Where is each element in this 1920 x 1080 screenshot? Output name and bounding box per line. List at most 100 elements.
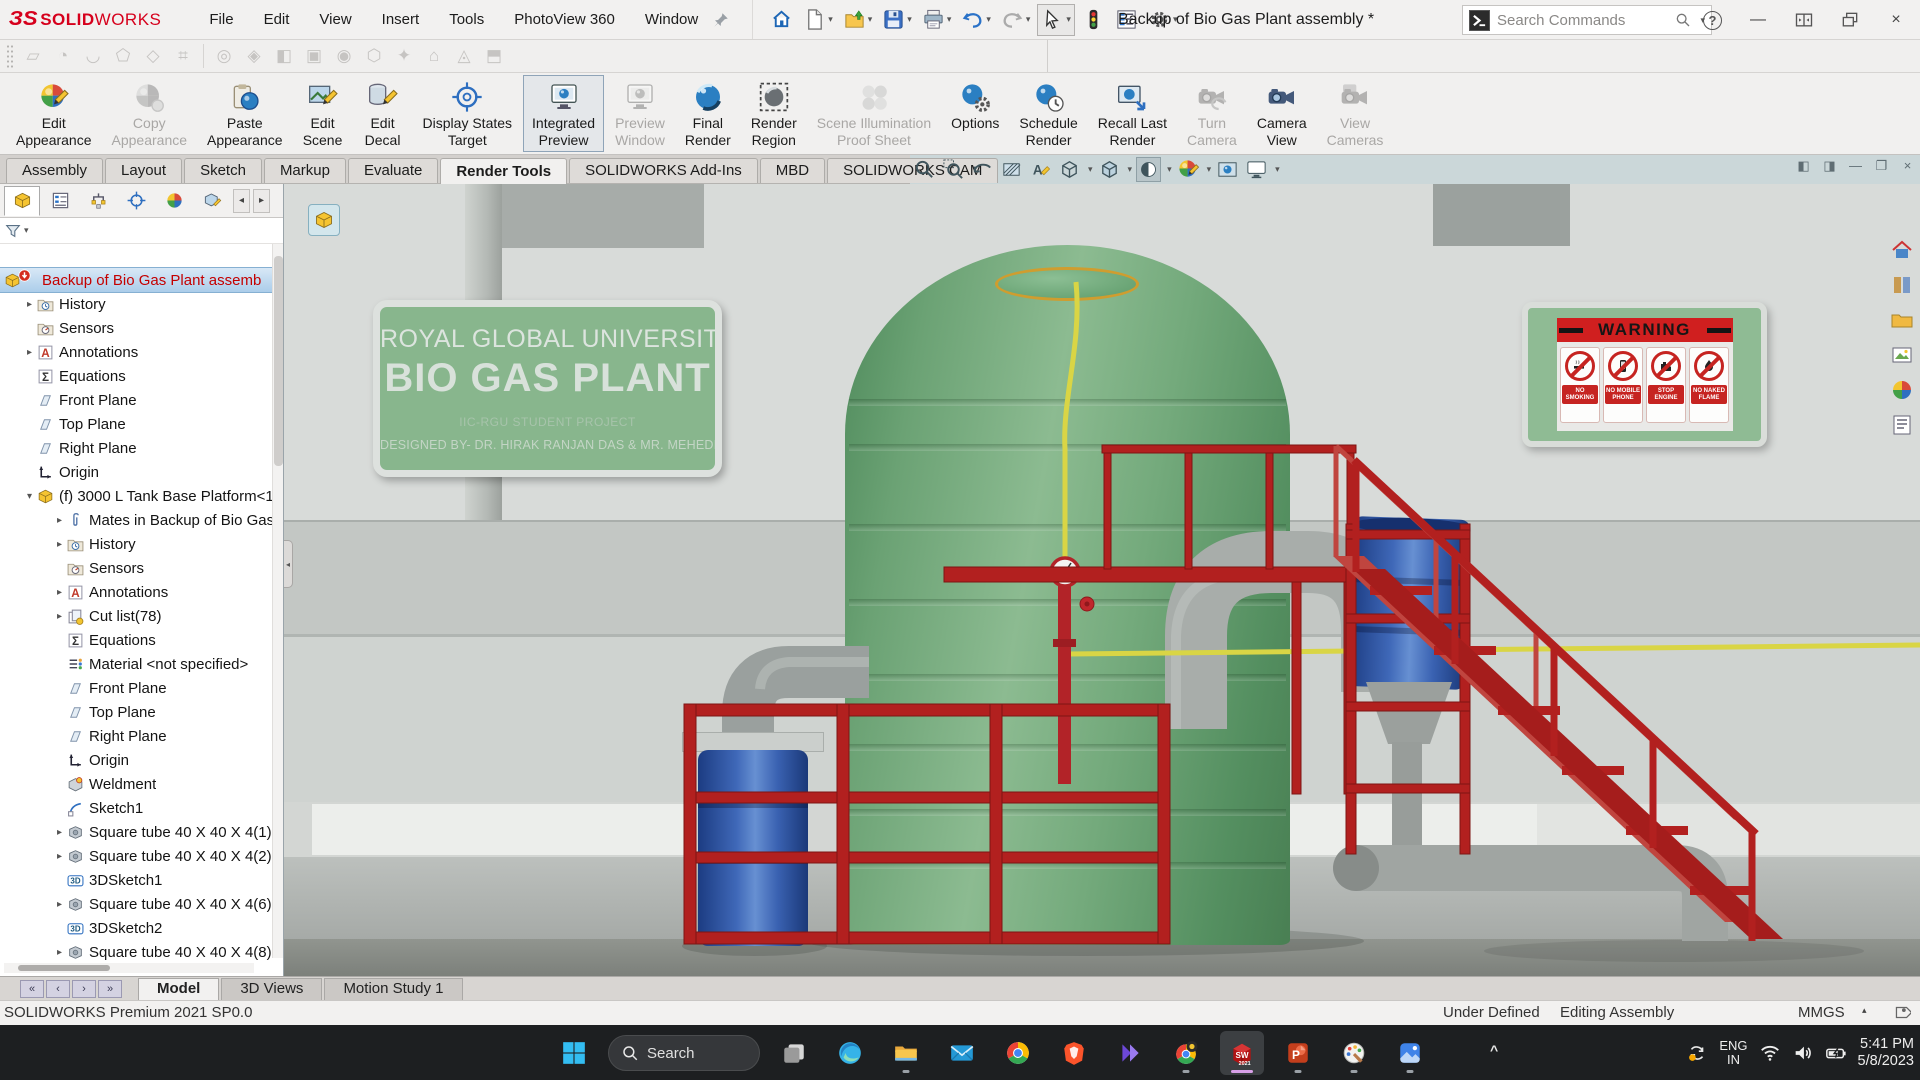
print-dropdown-icon[interactable]: ▾ [947,14,952,25]
apply-scene-icon[interactable] [1215,157,1240,182]
tag-icon[interactable] [1892,1003,1911,1022]
tree-item-sketch1[interactable]: Sketch1 [0,796,272,820]
tree-item-history[interactable]: ▸History [0,532,272,556]
panel-splitter-handle[interactable]: ◂ [284,540,293,588]
camera-view-button[interactable]: CameraView [1248,75,1316,152]
pane-right-icon[interactable]: ◨ [1821,157,1838,174]
render-region-button[interactable]: RenderRegion [742,75,806,152]
integrated-preview-button[interactable]: IntegratedPreview [523,75,604,152]
open-dropdown-icon[interactable]: ▾ [868,14,873,25]
taskbar-chrome[interactable] [996,1031,1040,1075]
taskpane-custom-properties-icon[interactable] [1890,413,1914,437]
tree-item-front-plane[interactable]: Front Plane [0,388,272,412]
tray-chevron-icon[interactable]: ^ [1490,1042,1498,1058]
fm-tab-dimxpert[interactable] [118,186,154,216]
open-button[interactable]: ▾ [840,4,876,36]
expand-icon[interactable]: ▸ [22,299,37,310]
fm-scroll-left-icon[interactable]: ◂ [233,189,250,213]
expand-icon[interactable]: ▸ [52,947,67,958]
pin-icon[interactable] [712,11,730,29]
model-tab-model[interactable]: Model [138,978,219,1000]
taskbar-start[interactable] [552,1031,596,1075]
home-button[interactable] [767,4,796,36]
new-button[interactable]: ▾ [800,4,836,36]
expand-icon[interactable]: ▸ [52,539,67,550]
menu-item-window[interactable]: Window [645,11,698,28]
tree-item-equations[interactable]: ΣEquations [0,364,272,388]
menu-item-edit[interactable]: Edit [264,11,290,28]
taskpane-file-explorer-icon[interactable] [1890,308,1914,332]
language-indicator[interactable]: ENGIN [1719,1039,1747,1067]
tree-item-equations[interactable]: ΣEquations [0,628,272,652]
units-dropdown-icon[interactable]: ▴ [1862,1005,1867,1016]
paste-appearance-button[interactable]: PasteAppearance [198,75,292,152]
search-commands-box[interactable]: Search Commands ▾ [1462,5,1712,35]
tree-horizontal-scrollbar[interactable] [4,963,254,973]
tree-item-mates-in-backup-of-bio-gas-p[interactable]: ▸Mates in Backup of Bio Gas P [0,508,272,532]
pane-left-icon[interactable]: ◧ [1795,157,1812,174]
model-tab-3d-views[interactable]: 3D Views [221,978,322,1000]
fm-tab-cam-manager[interactable] [194,186,230,216]
sync-icon[interactable] [1686,1042,1708,1064]
taskpane-appearances-icon[interactable] [1890,378,1914,402]
undo-dropdown-icon[interactable]: ▾ [986,14,991,25]
traffic-light-button[interactable] [1079,4,1108,36]
tree-item-annotations[interactable]: ▸AAnnotations [0,580,272,604]
model-tab-motion-study-1[interactable]: Motion Study 1 [324,978,462,1000]
tree-item-right-plane[interactable]: Right Plane [0,436,272,460]
tree-item-weldment[interactable]: Weldment [0,772,272,796]
taskbar-chrome-profile[interactable] [1164,1031,1208,1075]
tab-evaluate[interactable]: Evaluate [348,158,438,183]
taskpane-design-library-icon[interactable] [1890,273,1914,297]
tree-item-history[interactable]: ▸History [0,292,272,316]
menu-item-file[interactable]: File [209,11,233,28]
battery-icon[interactable] [1825,1042,1847,1064]
tree-item-annotations[interactable]: ▸AAnnotations [0,340,272,364]
tree-item-square-tube-40-x-40-x-4-2[interactable]: ▸Square tube 40 X 40 X 4(2) [0,844,272,868]
menu-item-insert[interactable]: Insert [382,11,420,28]
taskbar-powerpoint[interactable]: P [1276,1031,1320,1075]
taskbar-solidworks[interactable]: SW2021 [1220,1031,1264,1075]
doc-restore-icon[interactable]: ❐ [1873,157,1890,174]
expand-icon[interactable]: ▸ [52,851,67,862]
blue-barrel-left[interactable] [698,750,808,946]
expand-icon[interactable]: ▾ [22,491,37,502]
filter-icon[interactable] [4,222,22,240]
tree-item-3dsketch2[interactable]: 3D3DSketch2 [0,916,272,940]
hide-show-items-dropdown-icon[interactable]: ▾ [1167,164,1172,175]
fm-tab-features[interactable] [4,186,40,216]
redo-dropdown-icon[interactable]: ▾ [1026,14,1031,25]
doc-minimize-icon[interactable]: — [1847,157,1864,174]
tree-item-square-tube-40-x-40-x-4-1[interactable]: ▸Square tube 40 X 40 X 4(1) [0,820,272,844]
tree-item-square-tube-40-x-40-x-4-6[interactable]: ▸Square tube 40 X 40 X 4(6) [0,892,272,916]
taskbar-mail[interactable] [940,1031,984,1075]
tree-item-sensors[interactable]: Sensors [0,316,272,340]
taskpane-view-palette-icon[interactable] [1890,343,1914,367]
first-tab-button[interactable]: « [20,980,44,998]
restore-icon[interactable] [1840,10,1860,30]
previous-view-icon[interactable] [970,157,995,182]
save-dropdown-icon[interactable]: ▾ [907,14,912,25]
last-tab-button[interactable]: » [98,980,122,998]
tab-layout[interactable]: Layout [105,158,182,183]
fm-tab-display-manager[interactable] [156,186,192,216]
edit-decal-button[interactable]: EditDecal [354,75,412,152]
taskbar-paint[interactable] [1332,1031,1376,1075]
tab-assembly[interactable]: Assembly [6,158,103,183]
display-states-target-button[interactable]: Display StatesTarget [414,75,521,152]
expand-icon[interactable]: ▸ [52,515,67,526]
view-settings-icon[interactable] [1244,157,1269,182]
schedule-render-button[interactable]: ScheduleRender [1010,75,1086,152]
search-icon[interactable] [1675,12,1691,28]
hud-edit-appearance-dropdown-icon[interactable]: ▾ [1207,164,1212,175]
minimize-icon[interactable]: — [1748,10,1768,30]
taskbar-brave[interactable] [1052,1031,1096,1075]
tree-item-material-not-specified[interactable]: Material <not specified> [0,652,272,676]
view-orientation-dropdown-icon[interactable]: ▾ [1088,164,1093,175]
doc-close-icon[interactable]: × [1899,157,1916,174]
close-icon[interactable]: × [1886,10,1906,30]
tree-item-f-3000-l-tank-base-platform-1[interactable]: ▾(f) 3000 L Tank Base Platform<1 [0,484,272,508]
tab-sketch[interactable]: Sketch [184,158,262,183]
hud-annotations-icon[interactable]: A [1028,157,1053,182]
tree-item-top-plane[interactable]: Top Plane [0,700,272,724]
